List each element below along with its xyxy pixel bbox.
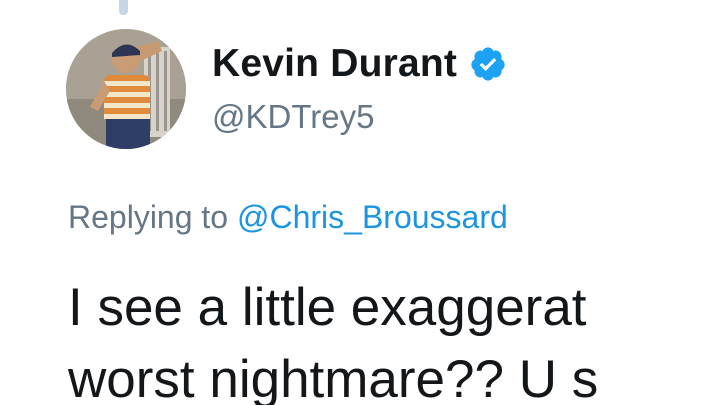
author-display-name[interactable]: Kevin Durant <box>212 42 457 86</box>
reply-target-link[interactable]: @Chris_Broussard <box>237 199 508 235</box>
tweet-text: I see a little exaggerat worst nightmare… <box>68 272 720 405</box>
reply-context: Replying to @Chris_Broussard <box>68 199 508 236</box>
avatar[interactable] <box>66 29 186 149</box>
tweet-author[interactable]: Kevin Durant <box>212 34 507 94</box>
tweet-text-line: worst nightmare?? U s <box>68 350 599 405</box>
avatar-photo <box>66 29 186 149</box>
reply-context-prefix: Replying to <box>68 199 237 235</box>
verified-badge-icon <box>469 45 507 83</box>
author-handle[interactable]: @KDTrey5 <box>212 98 374 136</box>
thread-connector-line <box>119 0 128 15</box>
tweet-text-line: I see a little exaggerat <box>68 278 587 337</box>
